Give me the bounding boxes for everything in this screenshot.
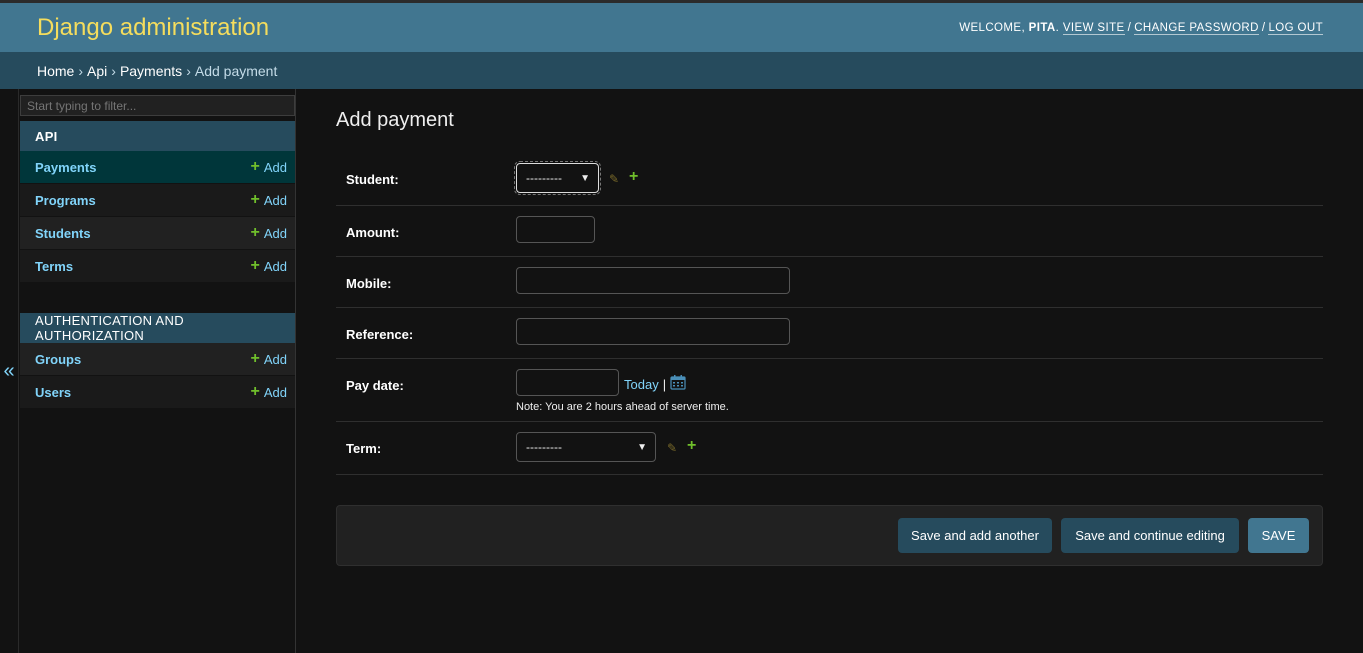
form-row-amount: Amount:: [336, 206, 1323, 257]
model-link[interactable]: Students: [35, 226, 91, 241]
save-and-add-another-button[interactable]: Save and add another: [898, 518, 1052, 553]
plus-icon: +: [250, 257, 260, 274]
header: Django administration WELCOME, PITA. VIE…: [0, 3, 1363, 52]
add-link[interactable]: + Add: [251, 159, 287, 175]
sidebar-item-programs: Programs + Add: [20, 184, 295, 217]
reference-label: Reference:: [346, 327, 414, 342]
plus-icon: +: [250, 383, 260, 400]
module-auth: AUTHENTICATION AND AUTHORIZATION Groups …: [20, 313, 295, 409]
pencil-icon[interactable]: ✎: [609, 172, 619, 186]
change-password-link[interactable]: CHANGE PASSWORD: [1134, 21, 1259, 35]
welcome-text: WELCOME,: [959, 21, 1026, 34]
term-select[interactable]: --------- ▼: [516, 432, 656, 462]
datetime-shortcuts: Today |: [624, 375, 686, 393]
form-row-pay-date: Pay date: Today | Note: You are 2 hours …: [336, 359, 1323, 422]
reference-field: [516, 318, 790, 345]
add-related-plus-icon[interactable]: +: [629, 168, 638, 186]
separator: /: [1127, 21, 1132, 34]
form-row-reference: Reference:: [336, 308, 1323, 359]
add-link[interactable]: + Add: [251, 351, 287, 367]
breadcrumb: Home › Api › Payments › Add payment: [0, 52, 1363, 89]
amount-label: Amount:: [346, 225, 400, 240]
add-link[interactable]: + Add: [251, 258, 287, 274]
add-link[interactable]: + Add: [251, 384, 287, 400]
breadcrumb-app[interactable]: Api: [87, 63, 107, 79]
sidebar-item-users: Users + Add: [20, 376, 295, 409]
amount-field: [516, 216, 595, 243]
add-label: Add: [263, 351, 287, 367]
add-link[interactable]: + Add: [251, 225, 287, 241]
plus-icon: +: [250, 224, 260, 241]
user-tools: WELCOME, PITA. VIEW SITE / CHANGE PASSWORD…: [959, 21, 1323, 35]
plus-icon: +: [250, 158, 260, 175]
sidebar-item-payments: Payments + Add: [20, 151, 295, 184]
add-label: Add: [263, 192, 287, 208]
breadcrumb-separator: ›: [78, 62, 84, 79]
today-link[interactable]: Today: [624, 377, 659, 392]
sidebar-item-terms: Terms + Add: [20, 250, 295, 283]
pencil-icon[interactable]: ✎: [667, 441, 677, 455]
nav-filter-input[interactable]: [20, 95, 295, 116]
select-value: ---------: [526, 440, 562, 454]
pay-date-input[interactable]: [516, 369, 619, 396]
chevron-down-icon: ▼: [637, 441, 647, 453]
term-field: --------- ▼ ✎ +: [516, 432, 696, 462]
breadcrumb-model[interactable]: Payments: [120, 63, 182, 79]
separator: /: [1261, 21, 1266, 34]
add-label: Add: [263, 384, 287, 400]
pay-date-label: Pay date:: [346, 378, 404, 393]
add-link[interactable]: + Add: [251, 192, 287, 208]
log-out-link[interactable]: LOG OUT: [1268, 21, 1323, 35]
breadcrumb-separator: ›: [186, 62, 191, 79]
term-label: Term:: [346, 441, 382, 456]
sidebar-toggle-button[interactable]: «: [0, 89, 19, 653]
model-link[interactable]: Groups: [35, 352, 81, 367]
save-and-continue-button[interactable]: Save and continue editing: [1061, 518, 1239, 553]
student-select[interactable]: --------- ▼: [514, 161, 601, 195]
sidebar-item-students: Students + Add: [20, 217, 295, 250]
site-name[interactable]: Django administration: [37, 14, 269, 42]
add-related-plus-icon[interactable]: +: [687, 437, 696, 455]
mobile-input[interactable]: [516, 267, 790, 294]
module-caption[interactable]: API: [20, 121, 295, 151]
model-link[interactable]: Users: [35, 385, 71, 400]
submit-row: Save and add another Save and continue e…: [336, 505, 1323, 566]
model-link[interactable]: Payments: [35, 160, 96, 175]
page-title: Add payment: [336, 109, 454, 131]
add-label: Add: [263, 225, 287, 241]
model-link[interactable]: Programs: [35, 193, 96, 208]
select-value: ---------: [526, 171, 562, 185]
mobile-label: Mobile:: [346, 276, 392, 291]
sidebar: API Payments +Add Programs +Add Students…: [19, 89, 296, 653]
plus-icon: +: [250, 350, 260, 367]
mobile-field: [516, 267, 790, 294]
form-row-student: Student: --------- ▼ ✎ +: [336, 155, 1323, 206]
sidebar-item-groups: Groups + Add: [20, 343, 295, 376]
model-link[interactable]: Terms: [35, 259, 73, 274]
calendar-icon[interactable]: [670, 375, 686, 393]
timezone-warning: Note: You are 2 hours ahead of server ti…: [516, 401, 729, 413]
student-field: --------- ▼ ✎ +: [514, 161, 638, 195]
breadcrumb-current: Add payment: [194, 62, 278, 79]
module-api: API Payments + Add Programs + Add Students…: [20, 121, 295, 283]
plus-icon: +: [250, 191, 260, 208]
form-row-mobile: Mobile:: [336, 257, 1323, 308]
chevron-down-icon: ▼: [580, 172, 590, 184]
shortcut-separator: |: [662, 376, 667, 392]
breadcrumb-home[interactable]: Home: [37, 63, 74, 79]
double-chevron-left-icon: «: [3, 359, 15, 382]
reference-input[interactable]: [516, 318, 790, 345]
student-label: Student:: [346, 172, 399, 187]
add-label: Add: [263, 258, 287, 274]
module-caption[interactable]: AUTHENTICATION AND AUTHORIZATION: [20, 313, 295, 343]
save-button[interactable]: SAVE: [1248, 518, 1309, 553]
pay-date-field: Today | Note: You are 2 hours ahead of s…: [516, 369, 729, 413]
add-label: Add: [263, 159, 287, 175]
breadcrumb-separator: ›: [111, 62, 116, 79]
form-row-term: Term: --------- ▼ ✎ +: [336, 422, 1323, 475]
amount-input[interactable]: [516, 216, 595, 243]
username: PITA: [1028, 21, 1056, 34]
view-site-link[interactable]: VIEW SITE: [1062, 21, 1125, 35]
